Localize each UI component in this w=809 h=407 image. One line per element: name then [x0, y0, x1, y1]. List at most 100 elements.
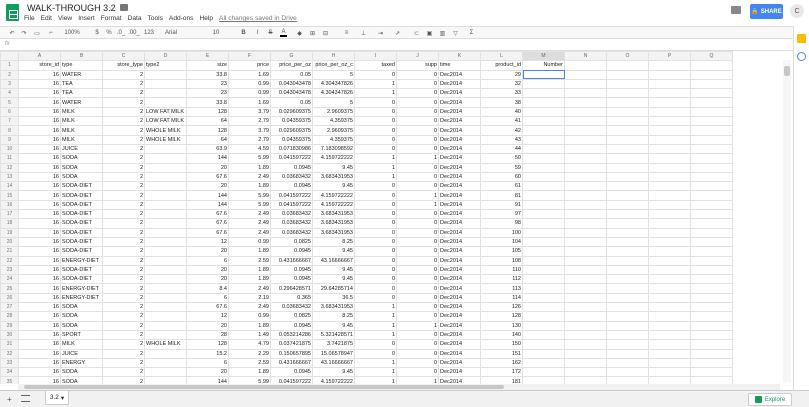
star-icon[interactable]: ☆: [108, 3, 116, 14]
cell[interactable]: 100: [480, 227, 523, 238]
cell[interactable]: 16: [18, 88, 61, 99]
cell[interactable]: [144, 218, 187, 229]
column-header[interactable]: Q: [690, 51, 733, 62]
cell[interactable]: 0: [396, 367, 439, 378]
cell[interactable]: Dec2014: [438, 125, 481, 136]
row-number[interactable]: 27: [0, 301, 19, 313]
cell[interactable]: [648, 367, 691, 378]
cell[interactable]: 0: [354, 264, 397, 276]
cell[interactable]: [522, 301, 565, 313]
cell[interactable]: [648, 357, 691, 369]
cell[interactable]: 2.59: [228, 357, 271, 369]
cell[interactable]: 0: [354, 116, 397, 127]
cell[interactable]: 1: [396, 190, 439, 201]
cell[interactable]: 16: [18, 106, 61, 118]
cell[interactable]: 67.6: [186, 171, 229, 183]
avatar[interactable]: C: [790, 4, 804, 18]
cell[interactable]: Dec2014: [438, 329, 481, 341]
cell[interactable]: 16: [18, 236, 61, 248]
cell[interactable]: [564, 339, 607, 350]
column-header[interactable]: O: [606, 51, 649, 62]
cell[interactable]: SODA-DIET: [60, 264, 103, 276]
cell[interactable]: 0.041597222: [270, 199, 313, 211]
cell[interactable]: 181: [480, 376, 523, 384]
cell[interactable]: 1.49: [228, 329, 271, 341]
cell[interactable]: [648, 329, 691, 341]
cell[interactable]: 0.03683432: [270, 218, 313, 229]
cell[interactable]: [690, 367, 733, 378]
cell[interactable]: [564, 97, 607, 108]
cell[interactable]: SODA: [60, 301, 103, 313]
cell[interactable]: 2.9609375: [312, 106, 355, 118]
cell[interactable]: [144, 199, 187, 211]
cell[interactable]: 0: [354, 292, 397, 304]
cell[interactable]: WATER: [60, 97, 103, 108]
header-cell[interactable]: price_per_oz_c: [312, 60, 355, 71]
cell[interactable]: 2.29: [228, 348, 271, 359]
cell[interactable]: [648, 255, 691, 266]
cell[interactable]: 0: [396, 227, 439, 238]
cell[interactable]: [606, 97, 649, 108]
cell[interactable]: 9.45: [312, 274, 355, 285]
insert-chart-icon[interactable]: ▥: [439, 29, 446, 37]
document-title[interactable]: WALK-THROUGH 3.2: [27, 3, 116, 13]
cell[interactable]: 6: [186, 357, 229, 369]
cell[interactable]: [690, 218, 733, 229]
menu-format[interactable]: Format: [101, 15, 122, 22]
cell[interactable]: 2.19: [228, 292, 271, 304]
cell[interactable]: 2: [102, 69, 145, 80]
cell[interactable]: [564, 246, 607, 257]
cell[interactable]: [522, 218, 565, 229]
cell[interactable]: [606, 143, 649, 155]
cell[interactable]: 0: [396, 339, 439, 350]
cell[interactable]: [564, 320, 607, 331]
cell[interactable]: [564, 227, 607, 238]
cell[interactable]: 1.89: [228, 246, 271, 257]
cell[interactable]: 5: [312, 97, 355, 108]
cell[interactable]: 2: [102, 246, 145, 257]
all-sheets-icon[interactable]: [21, 395, 30, 402]
cell[interactable]: [690, 143, 733, 155]
cell[interactable]: [648, 78, 691, 90]
cell[interactable]: 9.45: [312, 367, 355, 378]
spreadsheet-grid[interactable]: A B C D E F G H I J K L M N O P Q 1 store_id type store_type…: [0, 51, 793, 384]
column-header[interactable]: D: [144, 51, 187, 62]
cell[interactable]: [144, 78, 187, 90]
cell[interactable]: 16: [18, 348, 61, 359]
cell[interactable]: [564, 292, 607, 304]
cell[interactable]: 29: [480, 69, 523, 80]
cell[interactable]: [606, 116, 649, 127]
cell[interactable]: Dec2014: [438, 69, 481, 80]
cell[interactable]: 1: [354, 78, 397, 90]
cell[interactable]: 0.0945: [270, 162, 313, 173]
cell[interactable]: 16: [18, 162, 61, 173]
cell[interactable]: [606, 181, 649, 192]
cell[interactable]: [564, 283, 607, 294]
paint-format-icon[interactable]: ⌐: [47, 29, 55, 37]
column-header[interactable]: K: [438, 51, 481, 62]
cell[interactable]: [564, 153, 607, 164]
cell[interactable]: 2: [102, 190, 145, 201]
header-cell[interactable]: store_type: [102, 60, 145, 71]
cell[interactable]: 0.431666667: [270, 255, 313, 266]
cell[interactable]: 9.45: [312, 264, 355, 276]
text-rotation-icon[interactable]: ↗: [394, 29, 401, 37]
cell[interactable]: Dec2014: [438, 227, 481, 238]
cell[interactable]: ENERGY: [60, 357, 103, 369]
cell[interactable]: 2: [102, 199, 145, 211]
cell[interactable]: 2.49: [228, 171, 271, 183]
cell[interactable]: 2: [102, 116, 145, 127]
cell[interactable]: [690, 125, 733, 136]
cell[interactable]: 1: [354, 329, 397, 341]
row-number[interactable]: 10: [0, 143, 19, 155]
menu-insert[interactable]: Insert: [78, 15, 95, 22]
cell[interactable]: 0.04359375: [270, 134, 313, 145]
cell[interactable]: 43.16666667: [312, 357, 355, 369]
row-number[interactable]: 35: [0, 376, 19, 384]
cell[interactable]: 0: [396, 329, 439, 341]
cell[interactable]: 2: [102, 283, 145, 294]
decrease-decimals-button[interactable]: .0_: [117, 29, 125, 37]
cell[interactable]: Dec2014: [438, 209, 481, 220]
cell[interactable]: 0: [354, 97, 397, 108]
row-number[interactable]: 34: [0, 367, 19, 378]
